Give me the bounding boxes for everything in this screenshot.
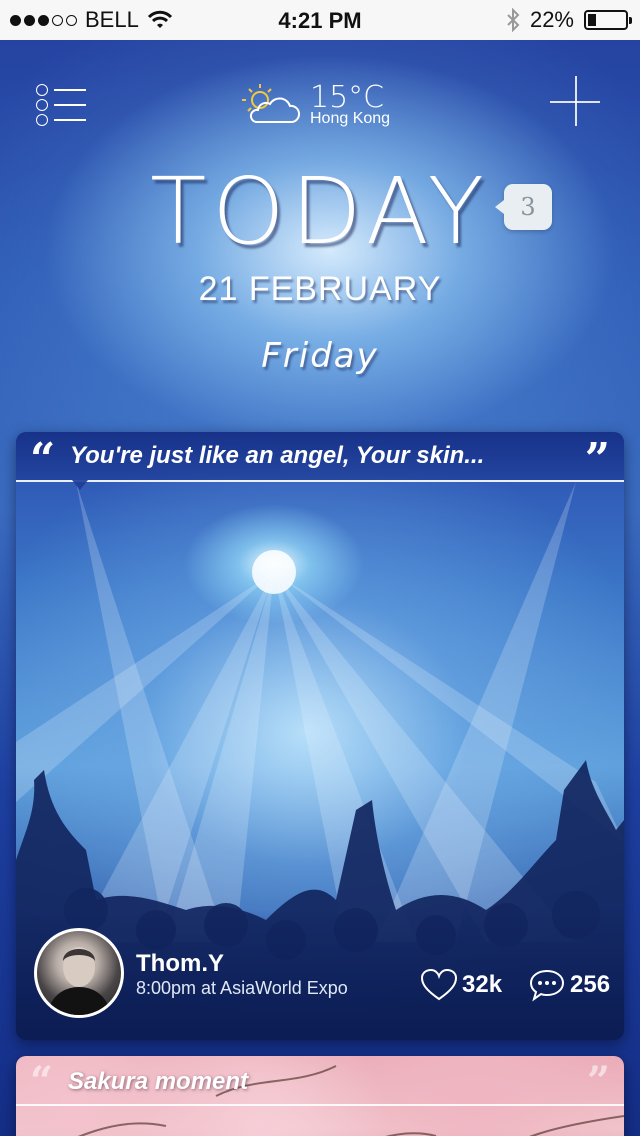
quote-pointer xyxy=(72,480,88,490)
open-quote-icon: “ xyxy=(30,1058,54,1105)
bluetooth-icon xyxy=(507,8,520,32)
status-right: 22% xyxy=(506,0,632,40)
list-menu-icon xyxy=(36,84,88,96)
add-button[interactable] xyxy=(550,76,602,128)
date-label: 21 FEBRUARY xyxy=(198,270,442,308)
battery-icon xyxy=(584,10,632,30)
battery-percentage: 22% xyxy=(529,7,574,32)
likes-count: 32k xyxy=(462,971,503,998)
post-quote: You're just like an angel, Your skin... xyxy=(70,442,485,469)
post-card[interactable]: “ Sakura moment ” xyxy=(16,1056,624,1136)
menu-button[interactable] xyxy=(36,84,88,126)
divider xyxy=(16,1104,624,1106)
user-photo xyxy=(47,947,111,1015)
event-info: 8:00pm at AsiaWorld Expo xyxy=(136,978,348,998)
partly-cloudy-icon xyxy=(242,84,301,123)
weather-widget[interactable]: 15°C Hong Kong xyxy=(238,78,408,134)
open-quote-icon: “ xyxy=(30,434,56,485)
close-quote-icon: ” xyxy=(584,434,610,485)
avatar[interactable] xyxy=(34,928,124,1018)
battery-level-fill xyxy=(588,14,596,26)
heart-icon xyxy=(420,968,458,1001)
divider xyxy=(16,480,624,482)
comment-icon xyxy=(529,969,565,1002)
post-quote: Sakura moment xyxy=(68,1068,249,1095)
comment-button[interactable]: 256 xyxy=(528,968,610,1002)
post-card[interactable]: “ You're just like an angel, Your skin..… xyxy=(16,432,624,1040)
city-name: Hong Kong xyxy=(310,110,391,127)
like-button[interactable]: 32k xyxy=(420,968,502,1002)
notification-badge[interactable]: 3 xyxy=(495,184,552,230)
quote-bar: “ You're just like an angel, Your skin..… xyxy=(16,432,624,485)
status-bar: BELL 4:21 PM 22% xyxy=(0,0,640,40)
user-name[interactable]: Thom.Y xyxy=(136,950,224,978)
close-quote-icon: ” xyxy=(586,1058,610,1105)
comments-count: 256 xyxy=(570,971,611,998)
weekday-label: Friday xyxy=(261,336,379,376)
